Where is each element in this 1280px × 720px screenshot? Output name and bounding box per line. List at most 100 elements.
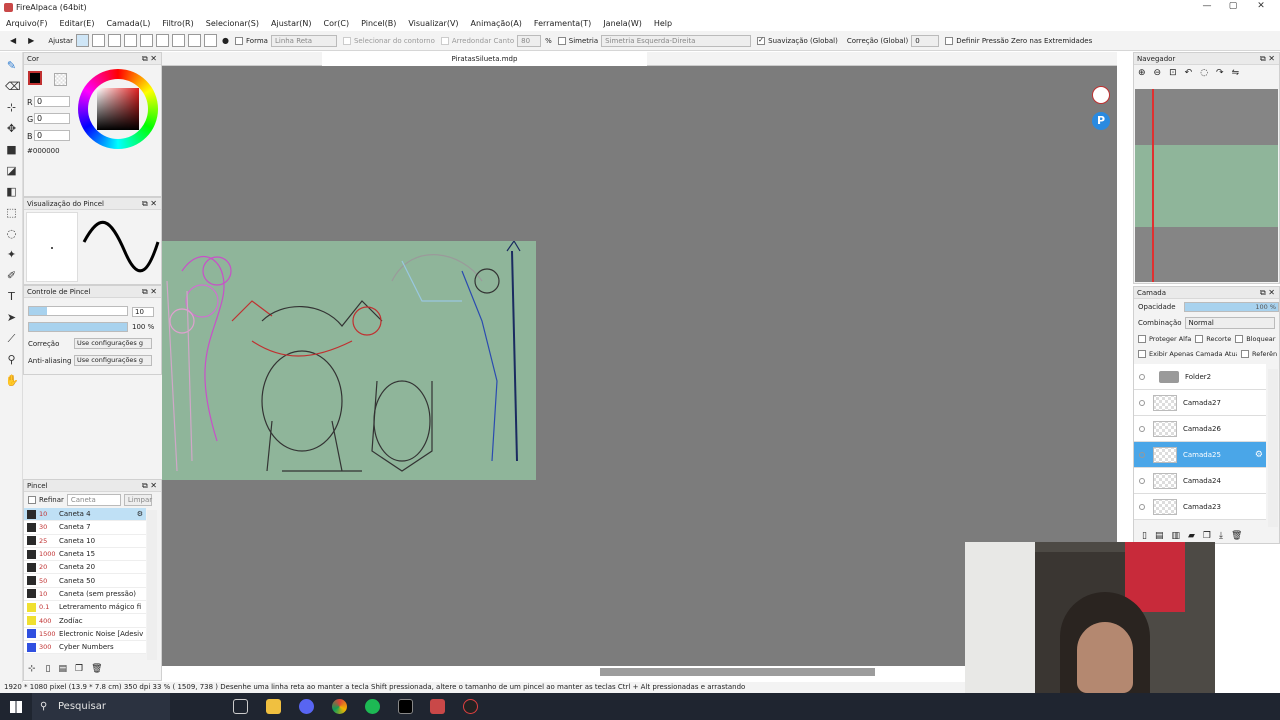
- new-layer-icon[interactable]: ▯: [1142, 531, 1147, 541]
- menu-item[interactable]: Pincel(B): [361, 19, 396, 28]
- next-frame-icon[interactable]: ▶: [28, 36, 34, 45]
- panel-close-icon[interactable]: ⧉ ✕: [142, 198, 157, 210]
- flip-icon[interactable]: ⇋: [1232, 68, 1240, 78]
- bucket-tool-icon[interactable]: ◪: [5, 164, 18, 177]
- suavizacao-checkbox[interactable]: [757, 36, 766, 45]
- brush-item[interactable]: 0.1 Letreramento mágico fi: [24, 601, 146, 615]
- brush-item[interactable]: 25 Caneta 10: [24, 534, 146, 548]
- arredondar-input[interactable]: 80: [517, 34, 542, 47]
- menu-item[interactable]: Visualizar(V): [408, 19, 458, 28]
- minimize-icon[interactable]: —: [1196, 1, 1218, 15]
- pressao-checkbox[interactable]: [945, 36, 954, 45]
- new-8bit-layer-icon[interactable]: ▤: [1155, 531, 1164, 541]
- eraser-tool-icon[interactable]: ⌫: [5, 80, 21, 93]
- simetria-select[interactable]: Simetria Esquerda-Direita: [601, 34, 752, 47]
- eyedropper-icon[interactable]: ⚲: [5, 353, 18, 366]
- drawing-canvas[interactable]: [162, 241, 536, 480]
- brush-item[interactable]: 10 Caneta 4 ⚙: [24, 508, 146, 522]
- capcut-icon[interactable]: [398, 699, 413, 714]
- rotate-left-icon[interactable]: ↶: [1185, 68, 1193, 78]
- brush-item[interactable]: 10 Caneta (sem pressão): [24, 587, 146, 602]
- menu-item[interactable]: Selecionar(S): [206, 19, 259, 28]
- exibir-checkbox[interactable]: [1138, 349, 1146, 358]
- selecionar-contorno-checkbox[interactable]: [342, 36, 351, 45]
- prev-frame-icon[interactable]: ◀: [10, 36, 16, 45]
- brush-scrollbar[interactable]: [147, 510, 157, 660]
- operation-tool-icon[interactable]: ➤: [5, 311, 18, 324]
- panel-close-icon[interactable]: ⧉ ✕: [142, 53, 157, 65]
- navigator-preview[interactable]: [1135, 89, 1278, 282]
- menu-item[interactable]: Filtro(R): [162, 19, 193, 28]
- menu-item[interactable]: Camada(L): [106, 19, 150, 28]
- obs-icon[interactable]: [463, 699, 478, 714]
- merge-layer-icon[interactable]: ⤓: [1219, 531, 1223, 541]
- horizontal-scrollbar[interactable]: [600, 668, 875, 676]
- menu-item[interactable]: Editar(E): [59, 19, 94, 28]
- snap-off-icon[interactable]: [76, 34, 90, 47]
- add-brush-icon[interactable]: ⊹: [28, 664, 36, 674]
- layer-scrollbar[interactable]: [1268, 369, 1278, 527]
- pen-tool-icon[interactable]: ✎: [5, 59, 18, 72]
- refinar-checkbox[interactable]: [28, 496, 36, 504]
- brush-settings-icon[interactable]: ⚙: [137, 510, 143, 518]
- correcao-select[interactable]: 0: [911, 34, 940, 47]
- ajustar-button[interactable]: Ajustar: [48, 37, 73, 45]
- text-tool-icon[interactable]: T: [5, 290, 18, 303]
- magic-wand-icon[interactable]: ✦: [5, 248, 18, 261]
- divide-tool-icon[interactable]: ⟋: [5, 332, 18, 345]
- zoom-out-icon[interactable]: ⊖: [1154, 68, 1162, 78]
- proteger-checkbox[interactable]: [1138, 334, 1146, 343]
- snap-dot-icon[interactable]: ●: [222, 36, 229, 45]
- size-slider[interactable]: [28, 306, 128, 316]
- forma-checkbox[interactable]: [235, 36, 244, 45]
- delete-brush-icon[interactable]: 🗑: [91, 664, 102, 674]
- task-view-icon[interactable]: [233, 699, 248, 714]
- file-explorer-icon[interactable]: [266, 699, 281, 714]
- hue-ring[interactable]: [78, 69, 158, 149]
- brush-item[interactable]: 50 Caneta 50: [24, 574, 146, 588]
- hand-tool-icon[interactable]: ✋: [5, 374, 19, 387]
- delete-layer-icon[interactable]: 🗑: [1231, 531, 1242, 541]
- panel-close-icon[interactable]: ⧉ ✕: [1260, 53, 1275, 65]
- zoom-fit-icon[interactable]: ⊡: [1169, 68, 1177, 78]
- document-tab[interactable]: PiratasSilueta.mdp: [322, 52, 647, 66]
- app-badge-icon[interactable]: [1092, 86, 1110, 104]
- fill-tool-icon[interactable]: ■: [5, 143, 18, 156]
- visibility-icon[interactable]: [1139, 503, 1145, 510]
- layer-item[interactable]: Camada26: [1134, 416, 1266, 442]
- brush-filter-input[interactable]: Caneta: [66, 494, 121, 506]
- brush-item[interactable]: 400 Zodíac: [24, 614, 146, 628]
- taskbar-search[interactable]: ⚲ Pesquisar: [32, 693, 170, 720]
- referencia-checkbox[interactable]: [1241, 349, 1249, 358]
- rotate-right-icon[interactable]: ↷: [1216, 68, 1224, 78]
- layer-blend-select[interactable]: Normal: [1184, 317, 1275, 329]
- new-folder-icon[interactable]: ▰: [1188, 531, 1195, 541]
- size-value[interactable]: 10: [132, 307, 154, 317]
- brush-item[interactable]: 30 Caneta 7: [24, 521, 146, 535]
- panel-close-icon[interactable]: ⧉ ✕: [142, 286, 157, 298]
- duplicate-brush-icon[interactable]: ❐: [75, 664, 83, 674]
- new-brush-icon[interactable]: ▯: [46, 664, 51, 674]
- transparent-swatch[interactable]: [54, 73, 67, 86]
- menu-item[interactable]: Help: [654, 19, 672, 28]
- menu-item[interactable]: Ajustar(N): [271, 19, 312, 28]
- new-1bit-layer-icon[interactable]: ▥: [1171, 531, 1180, 541]
- snap-3d-icon[interactable]: [188, 34, 202, 47]
- menu-item[interactable]: Arquivo(F): [6, 19, 47, 28]
- select-rect-icon[interactable]: ⬚: [5, 206, 18, 219]
- arredondar-checkbox[interactable]: [440, 36, 449, 45]
- visibility-icon[interactable]: [1139, 477, 1145, 484]
- folder-brush-icon[interactable]: ▤: [59, 664, 68, 674]
- snap-radial-icon[interactable]: [156, 34, 170, 47]
- g-input[interactable]: 0: [34, 113, 70, 124]
- layer-item[interactable]: Camada24: [1134, 468, 1266, 494]
- panel-close-icon[interactable]: ⧉ ✕: [1260, 287, 1275, 299]
- select-pen-icon[interactable]: ✐: [5, 269, 18, 282]
- rotate-reset-icon[interactable]: ◌: [1200, 68, 1208, 78]
- visibility-icon[interactable]: [1139, 373, 1145, 380]
- layer-opacity-slider[interactable]: 100 %: [1183, 302, 1279, 312]
- correcao-select[interactable]: Use configurações g: [74, 338, 152, 349]
- snap-cross-icon[interactable]: [108, 34, 122, 47]
- spotify-icon[interactable]: [365, 699, 380, 714]
- bloquear-checkbox[interactable]: [1235, 334, 1244, 343]
